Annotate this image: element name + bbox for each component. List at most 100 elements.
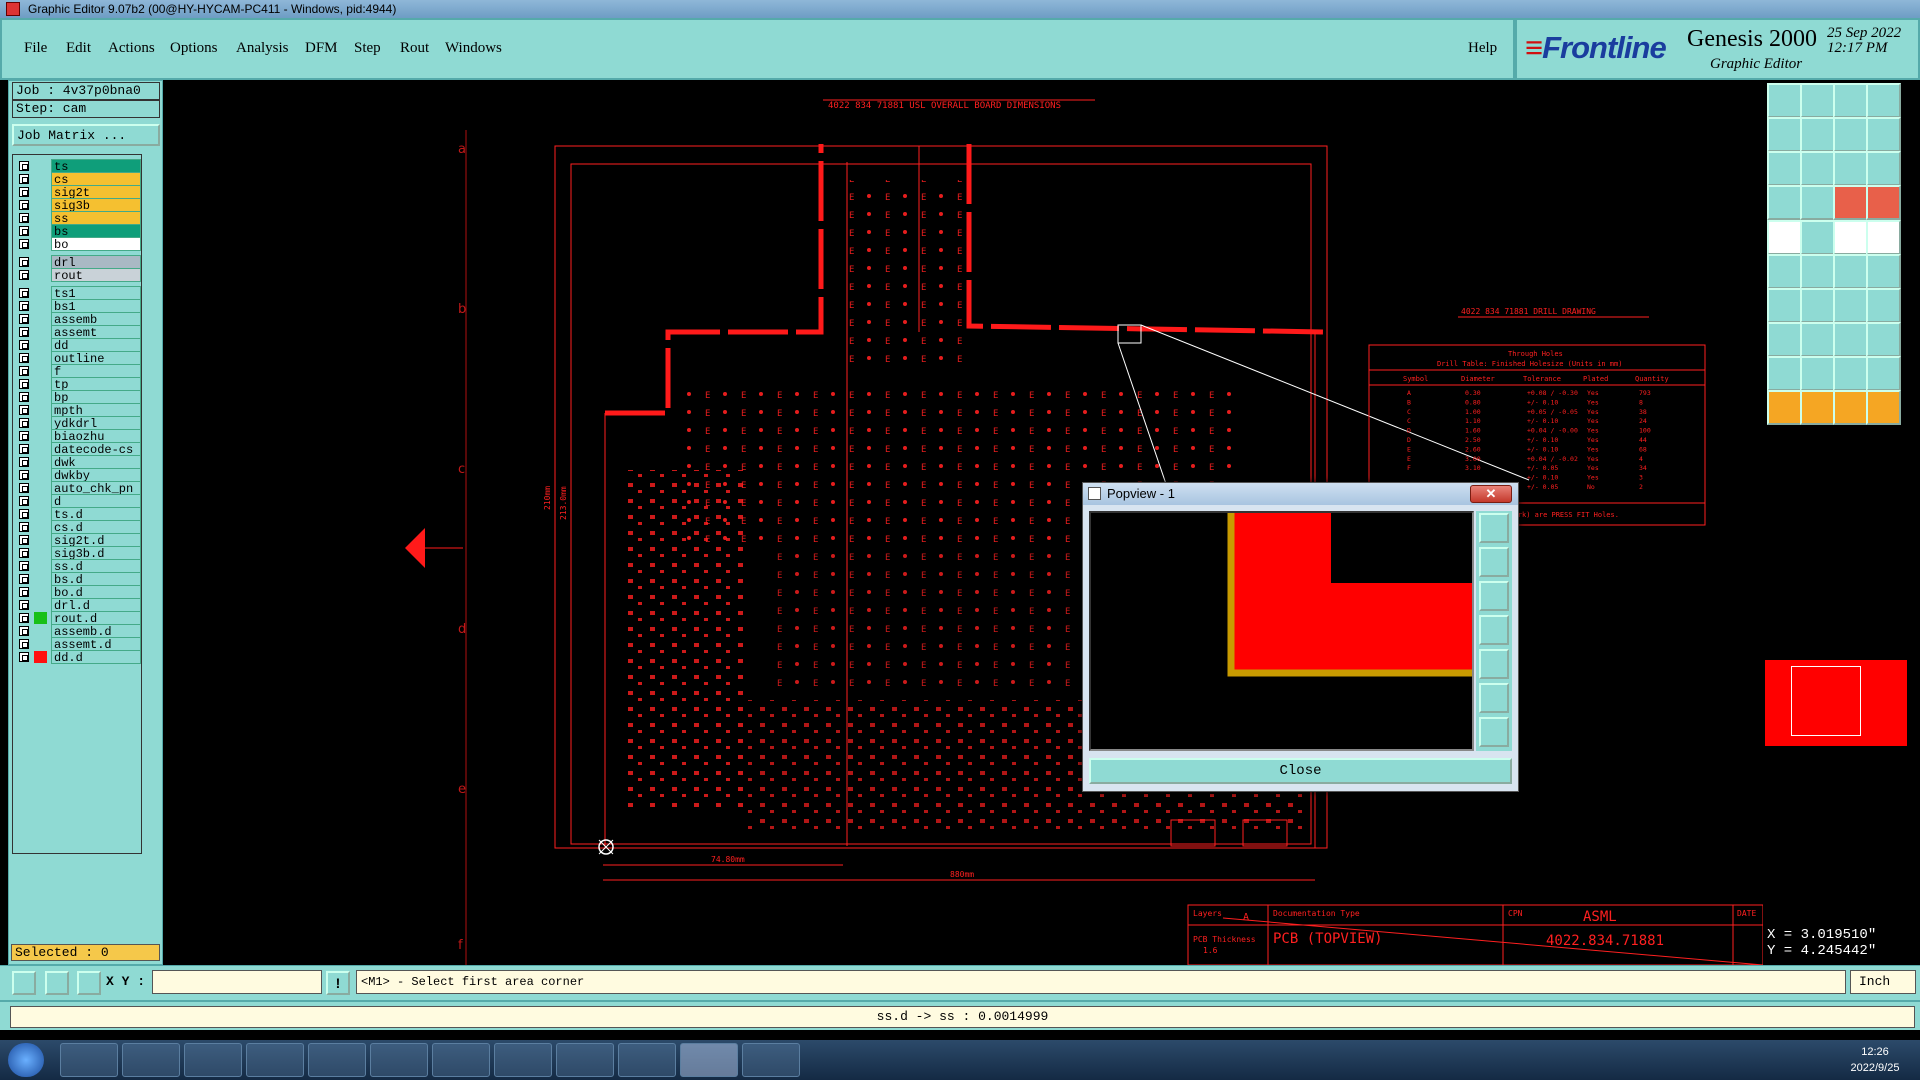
layer-row[interactable]: cs: [16, 172, 141, 187]
layer-color-swatch[interactable]: [34, 287, 47, 299]
layer-name[interactable]: tp: [51, 377, 141, 392]
layer-row[interactable]: cs.d: [16, 520, 141, 535]
layer-row[interactable]: outline: [16, 351, 141, 366]
popview-close-x-icon[interactable]: ✕: [1470, 485, 1512, 503]
layer-checkbox[interactable]: [19, 600, 29, 610]
layer-name[interactable]: cs: [51, 172, 141, 187]
zoom-home-icon[interactable]: [1479, 717, 1509, 747]
layer-name[interactable]: rout: [51, 268, 141, 283]
layer-row[interactable]: assemb.d: [16, 624, 141, 639]
layer-name[interactable]: sig3b: [51, 198, 141, 213]
pointer2-icon[interactable]: [1800, 390, 1835, 425]
layer-color-swatch[interactable]: [34, 560, 47, 572]
layer-name[interactable]: cs.d: [51, 520, 141, 535]
layer-row[interactable]: sig2t.d: [16, 533, 141, 548]
taskbar-app-pdf-icon[interactable]: [556, 1043, 614, 1077]
layer-color-swatch[interactable]: [34, 651, 47, 663]
layer-checkbox[interactable]: [19, 444, 29, 454]
layer-row[interactable]: ts1: [16, 286, 141, 301]
rotate-arrow-icon[interactable]: [1833, 288, 1868, 323]
layer-name[interactable]: dd.d: [51, 650, 141, 665]
layer-row[interactable]: assemt: [16, 325, 141, 340]
layer-name[interactable]: assemt.d: [51, 637, 141, 652]
layer-checkbox[interactable]: [19, 431, 29, 441]
resize-icon[interactable]: [1833, 322, 1868, 357]
menu-windows[interactable]: Windows: [445, 40, 502, 57]
layer-checkbox[interactable]: [19, 379, 29, 389]
layer-checkbox[interactable]: [19, 652, 29, 662]
layer-checkbox[interactable]: [19, 161, 29, 171]
layer-name[interactable]: sig2t: [51, 185, 141, 200]
layer-row[interactable]: sig3b: [16, 198, 141, 213]
pointer-icon[interactable]: [1767, 390, 1802, 425]
window-icon[interactable]: [1866, 83, 1901, 118]
layer-color-swatch[interactable]: [34, 212, 47, 224]
layer-row[interactable]: bs1: [16, 299, 141, 314]
layer-color-swatch[interactable]: [34, 160, 47, 172]
taskbar-app-word-icon[interactable]: [432, 1043, 490, 1077]
taskbar-clock[interactable]: 12:26 2022/9/25: [1840, 1044, 1910, 1076]
layer-name[interactable]: rout.d: [51, 611, 141, 626]
menu-step[interactable]: Step: [354, 40, 381, 57]
layer-checkbox[interactable]: [19, 561, 29, 571]
net-icon[interactable]: [1767, 254, 1802, 289]
layer-name[interactable]: bs1: [51, 299, 141, 314]
layer-row[interactable]: dd.d: [16, 650, 141, 665]
triangle4-icon[interactable]: [1866, 356, 1901, 391]
snap-tool-icon[interactable]: [12, 971, 36, 995]
layer-checkbox[interactable]: [19, 613, 29, 623]
layer-checkbox[interactable]: [19, 483, 29, 493]
route2-icon[interactable]: [1866, 185, 1901, 220]
pad-add-icon[interactable]: [1767, 322, 1802, 357]
layer-row[interactable]: dwkby: [16, 468, 141, 483]
pan-right-icon[interactable]: [1800, 117, 1835, 152]
layer-color-swatch[interactable]: [34, 339, 47, 351]
layer-checkbox[interactable]: [19, 626, 29, 636]
layer-checkbox[interactable]: [19, 548, 29, 558]
layer-checkbox[interactable]: [19, 470, 29, 480]
arc-icon[interactable]: [1866, 254, 1901, 289]
layer-row[interactable]: f: [16, 364, 141, 379]
layer-row[interactable]: bp: [16, 390, 141, 405]
layer-name[interactable]: bo.d: [51, 585, 141, 600]
home-icon[interactable]: [1833, 83, 1868, 118]
layer-name[interactable]: drl.d: [51, 598, 141, 613]
layer-color-swatch[interactable]: [34, 378, 47, 390]
layer-row[interactable]: bs.d: [16, 572, 141, 587]
layer-row[interactable]: bo.d: [16, 585, 141, 600]
layer-name[interactable]: sig3b.d: [51, 546, 141, 561]
layer-color-swatch[interactable]: [34, 547, 47, 559]
layer-color-swatch[interactable]: [34, 391, 47, 403]
layer-checkbox[interactable]: [19, 587, 29, 597]
layer-color-swatch[interactable]: [34, 456, 47, 468]
layer-row[interactable]: rout.d: [16, 611, 141, 626]
layer-name[interactable]: dwkby: [51, 468, 141, 483]
layer-row[interactable]: tp: [16, 377, 141, 392]
layer-name[interactable]: bo: [51, 237, 141, 252]
layer-checkbox[interactable]: [19, 288, 29, 298]
overview-view-box[interactable]: [1791, 666, 1861, 736]
alert-icon[interactable]: !: [326, 971, 350, 995]
layer-checkbox[interactable]: [19, 270, 29, 280]
layer-color-swatch[interactable]: [34, 443, 47, 455]
start-button-icon[interactable]: [8, 1043, 44, 1077]
taskbar-app-notepad-icon[interactable]: [122, 1043, 180, 1077]
layer-row[interactable]: d: [16, 494, 141, 509]
layer-checkbox[interactable]: [19, 301, 29, 311]
xy-input[interactable]: [152, 970, 322, 994]
layer-checkbox[interactable]: [19, 574, 29, 584]
layer-color-swatch[interactable]: [34, 586, 47, 598]
overview-map[interactable]: [1765, 660, 1907, 746]
zoom-in-icon[interactable]: [1479, 547, 1509, 577]
layer-color-swatch[interactable]: [34, 256, 47, 268]
layer-row[interactable]: drl.d: [16, 598, 141, 613]
help-icon[interactable]: [1866, 151, 1901, 186]
layer-row[interactable]: ss.d: [16, 559, 141, 574]
layer-row[interactable]: dd: [16, 338, 141, 353]
menu-rout[interactable]: Rout: [400, 40, 429, 57]
zoom-out-box-icon[interactable]: [1800, 83, 1835, 118]
layer-name[interactable]: dwk: [51, 455, 141, 470]
layer-color-swatch[interactable]: [34, 238, 47, 250]
layer-color-swatch[interactable]: [34, 612, 47, 624]
route-icon[interactable]: [1833, 185, 1868, 220]
